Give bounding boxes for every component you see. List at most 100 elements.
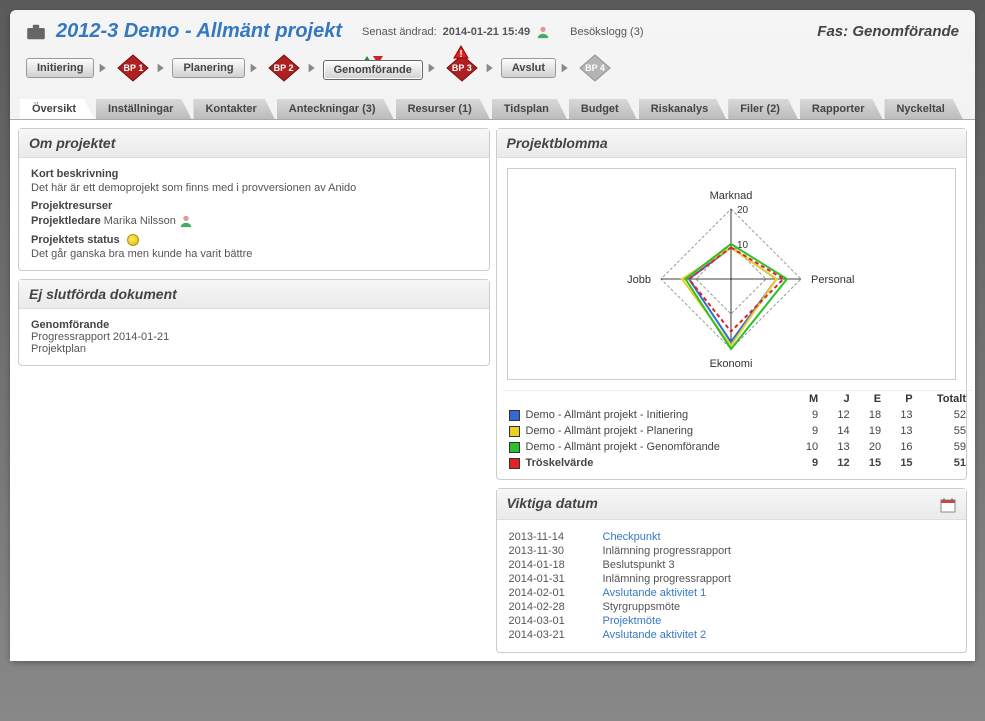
phase-indicator: Fas: Genomförande	[817, 23, 959, 40]
legend-col: P	[887, 391, 918, 408]
arrow-icon	[306, 61, 320, 75]
tab-riskanalys[interactable]: Riskanalys	[639, 99, 726, 119]
tab--versikt[interactable]: Översikt	[20, 99, 94, 119]
doc-group: Genomförande	[31, 319, 477, 331]
legend-col: E	[856, 391, 887, 408]
dates-title: Viktiga datum	[497, 489, 967, 520]
legend-col: Totalt	[919, 391, 972, 408]
tab-resurser-1-[interactable]: Resurser (1)	[396, 99, 490, 119]
arrow-icon	[559, 61, 573, 75]
date-row[interactable]: 2014-02-01 Avslutande aktivitet 1	[509, 586, 955, 600]
status-label: Projektets status	[31, 234, 477, 246]
bp4[interactable]: BP 4	[576, 53, 614, 83]
legend-row: Demo - Allmänt projekt - Initiering91218…	[503, 407, 973, 423]
tab-tidsplan[interactable]: Tidsplan	[492, 99, 567, 119]
about-title: Om projektet	[19, 129, 489, 158]
date-row: 2014-02-28 Styrgruppsmöte	[509, 600, 955, 614]
status-dot-icon	[127, 234, 139, 246]
workflow-bar: Initiering BP 1 Planering BP 2 Genomföra…	[26, 53, 959, 83]
legend-row: Tröskelvärde912151551	[503, 455, 973, 471]
date-row: 2014-01-31 Inlämning progressrapport	[509, 572, 955, 586]
arrow-icon	[426, 61, 440, 75]
dates-panel: Viktiga datum 2013-11-14Checkpunkt2013-1…	[496, 488, 968, 653]
last-modified-value: 2014-01-21 15:49	[443, 26, 530, 38]
desc-text: Det här är ett demoprojekt som finns med…	[31, 182, 477, 194]
date-row[interactable]: 2014-03-21 Avslutande aktivitet 2	[509, 628, 955, 642]
date-value: 2014-03-21	[509, 629, 589, 641]
about-panel: Om projektet Kort beskrivning Det här är…	[18, 128, 490, 271]
date-label[interactable]: Checkpunkt	[603, 531, 661, 543]
person-icon	[179, 214, 193, 228]
date-value: 2013-11-30	[509, 545, 589, 557]
tab-bar: ÖversiktInställningarKontakterAnteckning…	[10, 89, 975, 120]
stage-initiering[interactable]: Initiering	[26, 58, 94, 78]
arrow-icon	[97, 61, 111, 75]
stage-avslut[interactable]: Avslut	[501, 58, 556, 78]
svg-text:Personal: Personal	[811, 274, 854, 286]
date-label: Styrgruppsmöte	[603, 601, 681, 613]
date-value: 2014-01-18	[509, 559, 589, 571]
color-swatch	[509, 458, 520, 469]
date-value: 2014-02-28	[509, 601, 589, 613]
doc-link[interactable]: Progressrapport 2014-01-21	[31, 331, 477, 343]
desc-label: Kort beskrivning	[31, 168, 477, 180]
legend-col: M	[793, 391, 824, 408]
date-value: 2014-02-01	[509, 587, 589, 599]
radar-chart: 1020MarknadPersonalEkonomiJobb	[507, 168, 957, 380]
person-icon	[536, 25, 550, 39]
tab-inst-llningar[interactable]: Inställningar	[96, 99, 191, 119]
status-text: Det går ganska bra men kunde ha varit bä…	[31, 248, 477, 260]
stage-genomforande[interactable]: Genomförande	[323, 60, 423, 80]
date-label[interactable]: Projektmöte	[603, 615, 662, 627]
color-swatch	[509, 442, 520, 453]
tab-rapporter[interactable]: Rapporter	[800, 99, 883, 119]
resources-label: Projektresurser	[31, 200, 477, 212]
color-swatch	[509, 426, 520, 437]
bp2[interactable]: BP 2	[265, 53, 303, 83]
header: 2012-3 Demo - Allmänt projekt Senast änd…	[10, 10, 975, 89]
date-value: 2014-03-01	[509, 615, 589, 627]
radar-panel: Projektblomma 1020MarknadPersonalEkonomi…	[496, 128, 968, 480]
briefcase-icon	[26, 24, 46, 40]
color-swatch	[509, 410, 520, 421]
tab-anteckningar-3-[interactable]: Anteckningar (3)	[277, 99, 394, 119]
legend-table: MJEPTotalt Demo - Allmänt projekt - Init…	[503, 390, 973, 471]
last-modified-label: Senast ändrad:	[362, 26, 437, 38]
svg-text:Marknad: Marknad	[710, 190, 753, 202]
radar-title: Projektblomma	[497, 129, 967, 158]
svg-text:!: !	[459, 49, 462, 59]
date-label: Beslutspunkt 3	[603, 559, 675, 571]
date-row: 2013-11-30Inlämning progressrapport	[509, 544, 955, 558]
calendar-icon[interactable]	[940, 497, 956, 513]
tab-filer-2-[interactable]: Filer (2)	[728, 99, 798, 119]
stage-planering[interactable]: Planering	[172, 58, 244, 78]
date-row: 2014-01-18 Beslutspunkt 3	[509, 558, 955, 572]
date-label: Inlämning progressrapport	[603, 573, 731, 585]
svg-text:Ekonomi: Ekonomi	[710, 358, 753, 370]
unfinished-panel: Ej slutförda dokument Genomförande Progr…	[18, 279, 490, 366]
bp3[interactable]: ! BP 3	[443, 53, 481, 83]
svg-text:20: 20	[737, 205, 749, 216]
legend-row: Demo - Allmänt projekt - Planering914191…	[503, 423, 973, 439]
arrow-icon	[155, 61, 169, 75]
bp1[interactable]: BP 1	[114, 53, 152, 83]
tab-kontakter[interactable]: Kontakter	[193, 99, 274, 119]
last-modified: Senast ändrad: 2014-01-21 15:49	[362, 25, 550, 39]
date-row[interactable]: 2014-03-01 Projektmöte	[509, 614, 955, 628]
legend-col: J	[824, 391, 855, 408]
date-label[interactable]: Avslutande aktivitet 1	[603, 587, 707, 599]
date-label[interactable]: Avslutande aktivitet 2	[603, 629, 707, 641]
svg-text:Jobb: Jobb	[627, 274, 651, 286]
arrow-icon	[248, 61, 262, 75]
legend-row: Demo - Allmänt projekt - Genomförande101…	[503, 439, 973, 455]
project-leader: Projektledare Marika Nilsson	[31, 214, 477, 228]
doc-link[interactable]: Projektplan	[31, 343, 477, 355]
project-title[interactable]: 2012-3 Demo - Allmänt projekt	[56, 20, 342, 43]
date-row[interactable]: 2013-11-14Checkpunkt	[509, 530, 955, 544]
arrow-icon	[484, 61, 498, 75]
date-value: 2014-01-31	[509, 573, 589, 585]
unfinished-title: Ej slutförda dokument	[19, 280, 489, 309]
visit-log-link[interactable]: Besökslogg (3)	[570, 26, 643, 38]
tab-budget[interactable]: Budget	[569, 99, 637, 119]
tab-nyckeltal[interactable]: Nyckeltal	[884, 99, 962, 119]
